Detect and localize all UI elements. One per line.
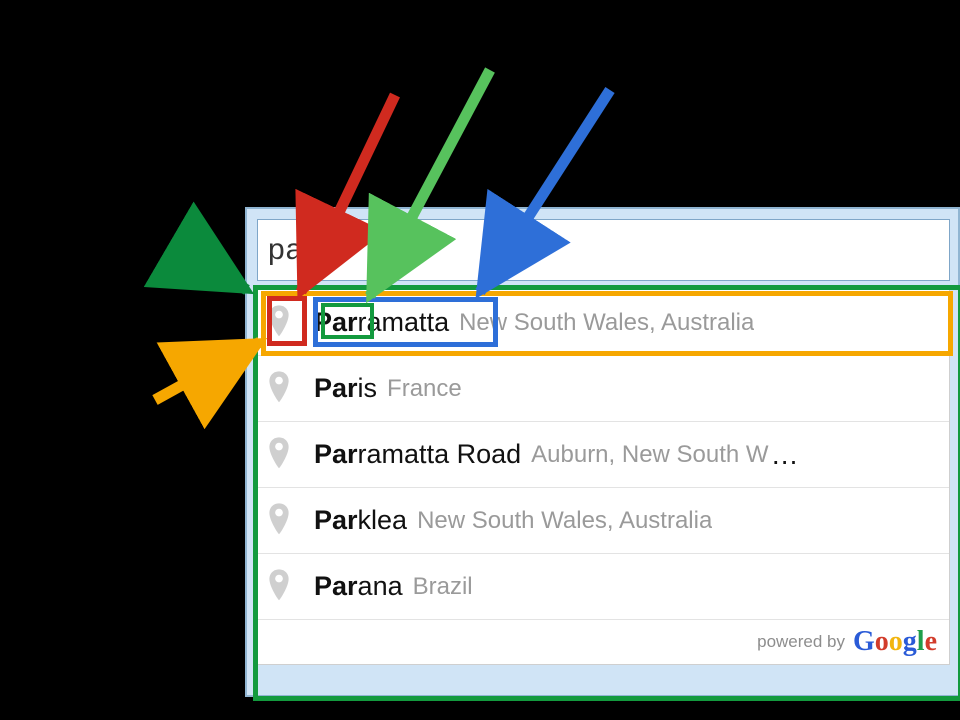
pin-icon <box>266 305 292 341</box>
suggestion-match: Par <box>314 573 358 600</box>
suggestion-row[interactable]: Parklea New South Wales, Australia <box>258 488 949 554</box>
suggestion-row[interactable]: Parramatta Road Auburn, New South W… <box>258 422 949 488</box>
suggestion-rest: ana <box>358 573 403 600</box>
suggestion-term: Parramatta <box>314 309 449 336</box>
pin-icon <box>266 437 292 473</box>
suggestion-row[interactable]: Parana Brazil <box>258 554 949 620</box>
suggestion-term: Paris <box>314 375 377 402</box>
suggestion-rest: ramatta <box>358 309 450 336</box>
suggestion-rest: klea <box>358 507 408 534</box>
ellipsis-icon: … <box>771 439 801 471</box>
suggestion-rest: ramatta Road <box>358 441 522 468</box>
suggestion-match: Par <box>314 309 358 336</box>
attribution-bar: powered by Google <box>258 620 949 664</box>
suggestion-rest: is <box>358 375 378 402</box>
suggestion-term: Parana <box>314 573 403 600</box>
pin-icon <box>266 569 292 605</box>
root-canvas: par Parramatta New South Wales, Australi… <box>0 0 960 720</box>
attribution-prefix: powered by <box>757 632 845 652</box>
search-query-text: par <box>268 233 314 267</box>
suggestion-secondary: New South Wales, Australia <box>417 507 712 535</box>
text-caret <box>317 234 318 266</box>
suggestion-secondary: France <box>387 375 462 403</box>
pin-icon <box>266 503 292 539</box>
suggestion-secondary: Auburn, New South W <box>531 441 768 469</box>
autocomplete-dropdown: Parramatta New South Wales, Australia Pa… <box>257 289 950 665</box>
pin-icon <box>266 371 292 407</box>
search-input[interactable]: par <box>257 219 950 281</box>
suggestion-secondary: Brazil <box>413 573 473 601</box>
suggestion-term: Parklea <box>314 507 407 534</box>
suggestion-secondary: New South Wales, Australia <box>459 309 754 337</box>
suggestion-term: Parramatta Road <box>314 441 521 468</box>
suggestion-match: Par <box>314 375 358 402</box>
arrow-dropdown <box>175 248 247 290</box>
suggestion-match: Par <box>314 507 358 534</box>
suggestion-row[interactable]: Paris France <box>258 356 949 422</box>
google-logo: Google <box>853 626 937 658</box>
suggestion-match: Par <box>314 441 358 468</box>
autocomplete-panel: par Parramatta New South Wales, Australi… <box>245 207 960 697</box>
suggestion-row[interactable]: Parramatta New South Wales, Australia <box>258 290 949 356</box>
